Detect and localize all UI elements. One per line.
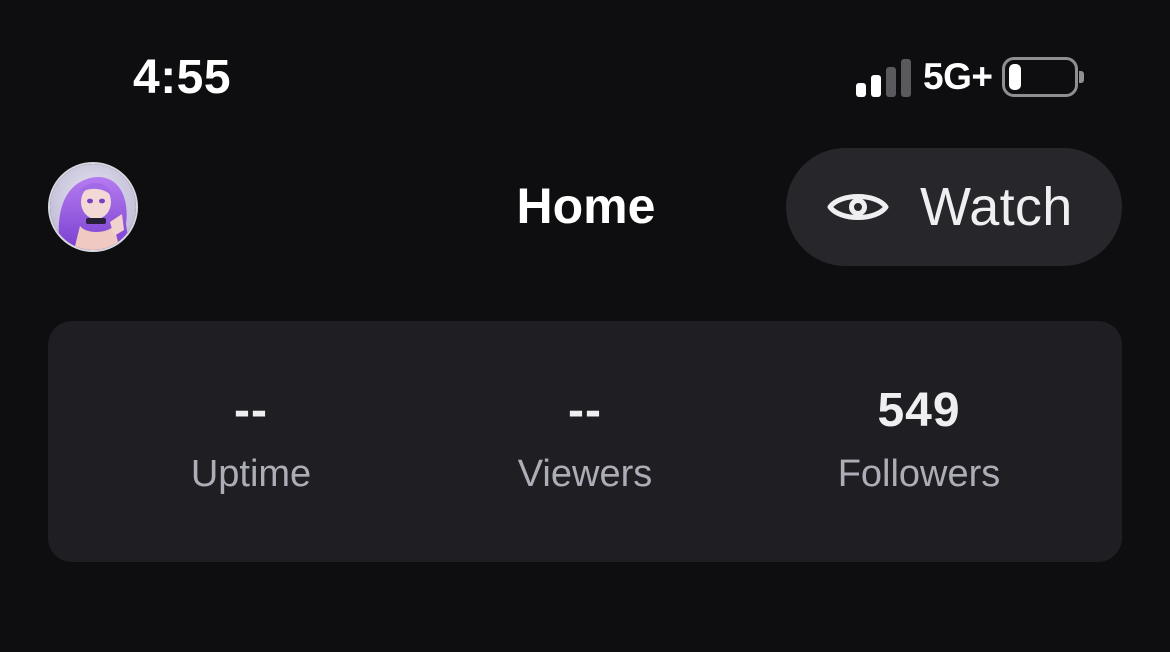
battery-icon <box>1002 57 1085 97</box>
network-type: 5G+ <box>923 56 993 97</box>
eye-icon <box>826 187 890 227</box>
viewers-label: Viewers <box>517 453 653 495</box>
home-screen: 4:55 5G+ Home Watch -- Uptime -- Viewers… <box>0 0 1170 652</box>
viewers-value: -- <box>568 384 602 437</box>
watch-button[interactable]: Watch <box>786 148 1122 266</box>
stat-uptime: -- Uptime <box>81 381 421 497</box>
cellular-signal-icon <box>856 57 911 97</box>
uptime-label: Uptime <box>190 453 312 495</box>
followers-value: 549 <box>877 384 961 437</box>
status-time: 4:55 <box>133 51 232 104</box>
followers-label: Followers <box>837 453 1001 495</box>
stat-followers[interactable]: 549 Followers <box>749 381 1089 497</box>
uptime-value: -- <box>234 384 268 437</box>
watch-button-label: Watch <box>920 177 1073 237</box>
stat-viewers: -- Viewers <box>415 381 755 497</box>
stream-stats-card: -- Uptime -- Viewers 549 Followers <box>48 321 1122 562</box>
status-indicators: 5G+ <box>856 56 1085 98</box>
